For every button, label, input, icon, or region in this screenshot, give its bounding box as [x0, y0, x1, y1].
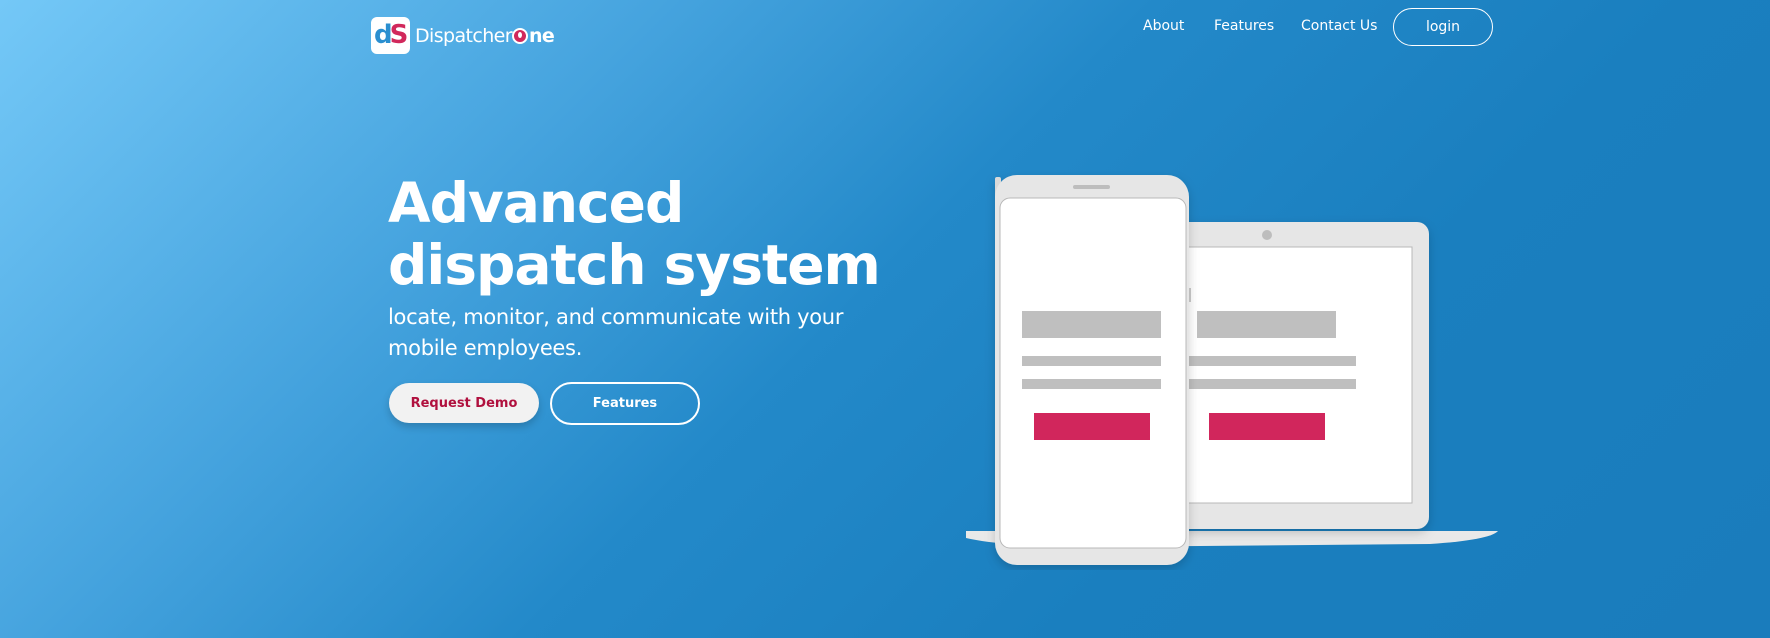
- phone-and-laptop-illustration: [966, 175, 1498, 565]
- logo-wordmark-prefix: Dispatcher: [415, 24, 513, 47]
- nav-link-contact[interactable]: Contact Us: [1301, 18, 1377, 34]
- nav-link-features[interactable]: Features: [1214, 18, 1274, 34]
- hero-title-line2: dispatch system: [388, 233, 881, 297]
- laptop-placeholder-block: [1197, 311, 1336, 338]
- hero-title-line1: Advanced: [388, 171, 684, 235]
- logo-badge-letters: dS: [374, 20, 408, 50]
- phone: [995, 175, 1189, 565]
- laptop-placeholder-line: [1180, 379, 1356, 389]
- phone-speaker-icon: [1073, 185, 1110, 189]
- phone-placeholder-line: [1022, 379, 1161, 389]
- nav-link-about[interactable]: About: [1143, 18, 1184, 34]
- features-button[interactable]: Features: [550, 382, 700, 425]
- logo[interactable]: dS Dispatcher ne: [371, 17, 555, 54]
- logo-badge-icon: dS: [371, 17, 410, 54]
- request-demo-button[interactable]: Request Demo: [389, 383, 539, 423]
- logo-o-icon: [511, 27, 528, 44]
- laptop-accent-button: [1209, 413, 1325, 440]
- hero-subtitle: locate, monitor, and communicate with yo…: [388, 305, 844, 360]
- phone-placeholder-block: [1022, 311, 1161, 338]
- laptop-camera-icon: [1262, 230, 1272, 240]
- top-nav: About Features Contact Us login: [1126, 8, 1494, 46]
- phone-placeholder-line: [1022, 356, 1161, 366]
- logo-wordmark-one: ne: [511, 24, 555, 47]
- logo-wordmark: Dispatcher ne: [415, 24, 555, 47]
- login-button[interactable]: login: [1393, 8, 1493, 46]
- logo-wordmark-suffix: ne: [528, 24, 555, 47]
- hero-title: Advanced dispatch system: [388, 172, 908, 296]
- phone-accent-button: [1034, 413, 1150, 440]
- laptop-placeholder-line: [1180, 356, 1356, 366]
- laptop: [1170, 222, 1429, 529]
